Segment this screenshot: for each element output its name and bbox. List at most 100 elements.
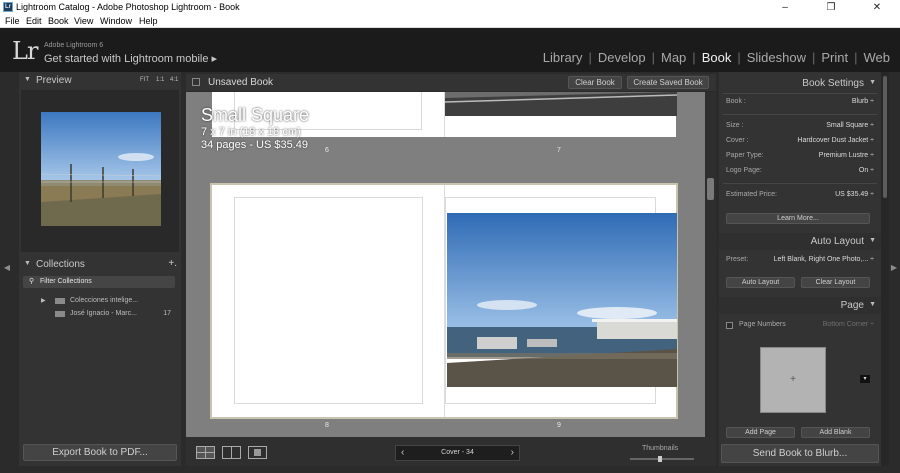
page-range-label: Cover - 34 (441, 449, 474, 456)
page-photo[interactable] (445, 92, 677, 116)
module-develop[interactable]: Develop (598, 50, 646, 65)
module-library[interactable]: Library (543, 50, 583, 65)
page-number: 6 (325, 147, 329, 154)
page-numbers-checkbox[interactable] (726, 322, 733, 329)
left-panel-toggle-icon[interactable]: ◀ (3, 263, 11, 272)
close-icon[interactable]: ✕ (854, 0, 900, 15)
preview-title: Preview (36, 75, 72, 86)
menu-bar: File Edit Book View Window Help (0, 15, 900, 28)
mobile-link[interactable]: Get started with Lightroom mobile ▸ (44, 52, 217, 65)
auto-layout-header[interactable]: Auto Layout ▼ (719, 233, 881, 250)
search-icon: ⚲ (29, 278, 35, 285)
paper-type-label: Paper Type: (726, 152, 764, 159)
module-map[interactable]: Map (661, 50, 686, 65)
page-photo[interactable] (447, 213, 677, 387)
estimated-price-select[interactable]: US $35.49 ÷ (835, 191, 874, 198)
cover-select[interactable]: Hardcover Dust Jacket ÷ (797, 137, 874, 144)
collapse-triangle-icon[interactable]: ▼ (24, 76, 31, 83)
minimize-icon[interactable]: – (762, 0, 808, 15)
menu-view[interactable]: View (74, 16, 93, 26)
page-numbers-row[interactable]: Page Numbers Bottom Corner ÷ (726, 321, 874, 331)
menu-help[interactable]: Help (139, 16, 158, 26)
module-book[interactable]: Book (702, 50, 732, 65)
module-slideshow[interactable]: Slideshow (747, 50, 806, 65)
right-panel: Book Settings ▼ Book : Blurb ÷ Size : Sm… (719, 72, 881, 466)
book-page[interactable] (444, 185, 677, 417)
preview-header[interactable]: ▼ Preview FIT 1:1 4:1 (19, 72, 181, 89)
add-blank-button[interactable]: Add Blank (801, 427, 870, 438)
book-page[interactable] (444, 92, 677, 137)
book-title: Unsaved Book (208, 77, 274, 88)
maximize-icon[interactable]: ❐ (808, 0, 854, 15)
menu-window[interactable]: Window (100, 16, 132, 26)
menu-book[interactable]: Book (48, 16, 69, 26)
expand-arrow-icon[interactable]: ▶ (41, 297, 46, 304)
page-header[interactable]: Page ▼ (719, 297, 881, 314)
preset-row[interactable]: Preset: Left Blank, Right One Photo,... … (726, 256, 874, 266)
zoom-fit[interactable]: FIT (140, 77, 149, 83)
paper-type-row[interactable]: Paper Type: Premium Lustre ÷ (726, 152, 874, 162)
scrollbar-thumb[interactable] (707, 178, 714, 200)
book-page[interactable] (212, 185, 444, 417)
add-page-button[interactable]: Add Page (726, 427, 795, 438)
auto-layout-button[interactable]: Auto Layout (726, 277, 795, 288)
thumbnail-slider[interactable] (630, 456, 694, 462)
module-web[interactable]: Web (864, 50, 891, 65)
photo-cell[interactable] (234, 197, 423, 404)
book-vendor-select[interactable]: Blurb ÷ (852, 98, 874, 105)
menu-edit[interactable]: Edit (26, 16, 42, 26)
book-settings-header[interactable]: Book Settings ▼ (719, 75, 881, 92)
book-vendor-row[interactable]: Book : Blurb ÷ (726, 98, 874, 108)
create-saved-book-button[interactable]: Create Saved Book (627, 76, 709, 89)
plus-icon: + (790, 374, 796, 385)
clear-layout-button[interactable]: Clear Layout (801, 277, 870, 288)
size-row[interactable]: Size : Small Square ÷ (726, 122, 874, 132)
preset-select[interactable]: Left Blank, Right One Photo,... ÷ (774, 256, 874, 263)
canvas-scrollbar[interactable] (705, 92, 716, 437)
zoom-4-1[interactable]: 4:1 (170, 77, 178, 83)
zoom-1-1[interactable]: 1:1 (156, 77, 164, 83)
scrollbar-thumb[interactable] (883, 76, 887, 198)
multi-page-view-icon[interactable] (196, 446, 215, 459)
collapse-triangle-icon[interactable]: ▼ (869, 301, 876, 308)
learn-more-button[interactable]: Learn More... (726, 213, 870, 224)
collapse-triangle-icon[interactable]: ▼ (869, 79, 876, 86)
paper-type-select[interactable]: Premium Lustre ÷ (819, 152, 874, 159)
send-to-blurb-button[interactable]: Send Book to Blurb... (721, 444, 879, 463)
clear-book-button[interactable]: Clear Book (568, 76, 622, 89)
collection-row[interactable]: José Ignacio - Marc... 17 (23, 309, 175, 320)
spread-view-icon[interactable] (222, 446, 241, 459)
filter-collections[interactable]: ⚲ Filter Collections (23, 276, 175, 288)
filter-label: Filter Collections (40, 278, 92, 285)
single-page-view-icon[interactable] (248, 446, 267, 459)
estimated-price-row[interactable]: Estimated Price: US $35.49 ÷ (726, 191, 874, 201)
menu-file[interactable]: File (5, 16, 20, 26)
book-settings-title: Book Settings (802, 78, 864, 89)
right-panel-toggle-icon[interactable]: ▶ (890, 263, 898, 272)
size-select[interactable]: Small Square ÷ (826, 122, 874, 129)
size-label: Size : (726, 122, 744, 129)
collapse-triangle-icon[interactable]: ▼ (869, 237, 876, 244)
add-collection-icon[interactable]: +. (168, 258, 177, 269)
logo-page-label: Logo Page: (726, 167, 762, 174)
logo-page-row[interactable]: Logo Page: On ÷ (726, 167, 874, 177)
page-title: Page (840, 300, 864, 311)
collapse-triangle-icon[interactable]: ▼ (24, 260, 31, 267)
export-pdf-button[interactable]: Export Book to PDF... (23, 444, 177, 461)
page-number-position-select[interactable]: Bottom Corner ÷ (823, 321, 874, 328)
collections-header[interactable]: ▼ Collections +. (19, 256, 181, 273)
module-print[interactable]: Print (821, 50, 848, 65)
estimated-price-label: Estimated Price: (726, 191, 777, 198)
lightroom-window: Lr Lightroom Catalog - Adobe Photoshop L… (0, 0, 900, 473)
slider-thumb[interactable] (658, 456, 662, 462)
collection-row[interactable]: ▶ Colecciones intelige... (23, 296, 175, 307)
cover-label: Cover : (726, 137, 749, 144)
template-menu-icon[interactable]: ▾ (860, 375, 870, 383)
cover-row[interactable]: Cover : Hardcover Dust Jacket ÷ (726, 137, 874, 147)
next-page-button[interactable]: › (511, 447, 514, 458)
right-panel-scrollbar[interactable] (881, 72, 889, 466)
collection-name: Colecciones intelige... (70, 297, 139, 304)
logo-page-select[interactable]: On ÷ (859, 167, 874, 174)
thumbnails-label: Thumbnails (642, 445, 679, 452)
page-template-thumbnail[interactable]: + (760, 347, 826, 413)
